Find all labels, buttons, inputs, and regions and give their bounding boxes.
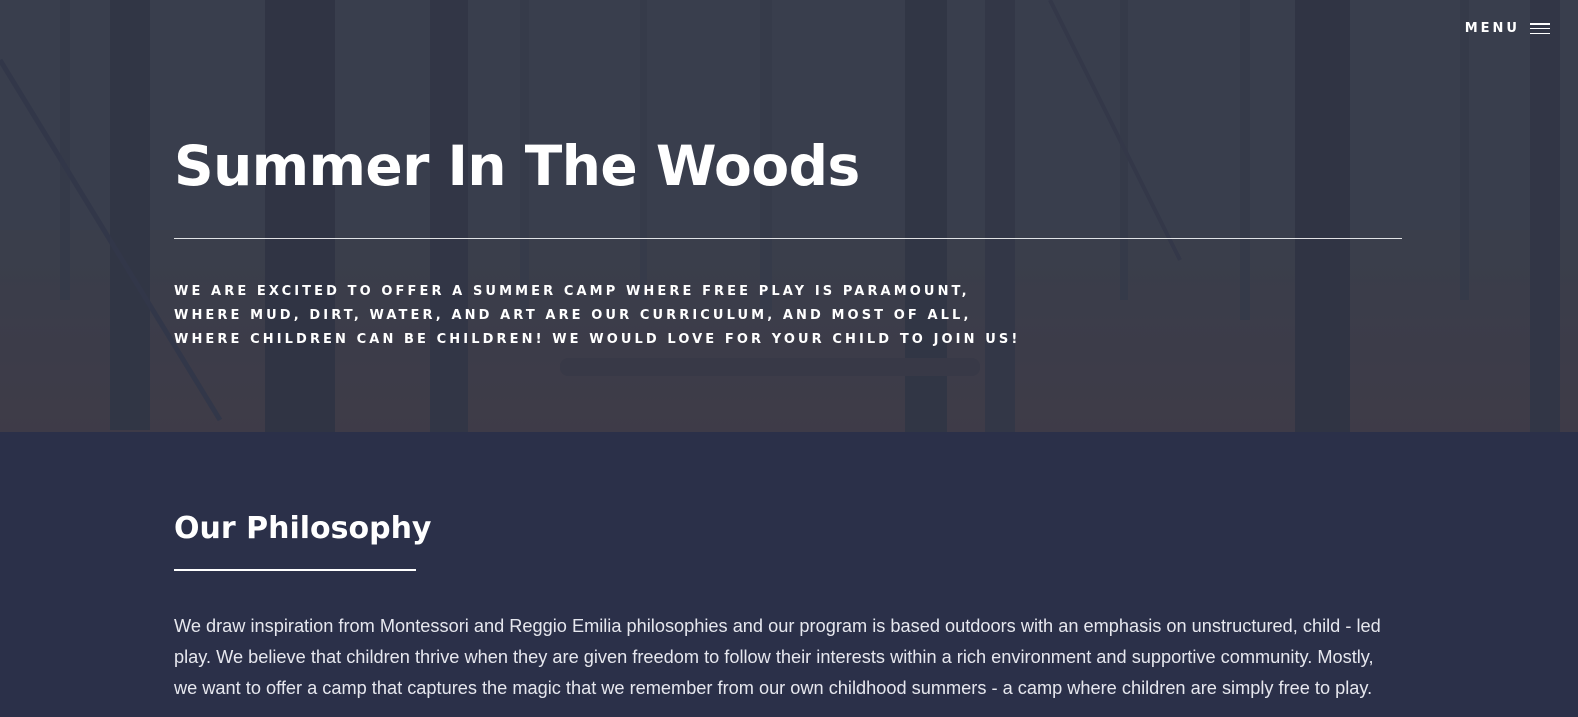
menu-label: MENU — [1464, 21, 1520, 36]
hero-subtitle-line: WHERE CHILDREN CAN BE CHILDREN! WE WOULD… — [174, 332, 1021, 347]
section-title: Our Philosophy — [174, 511, 432, 546]
menu-button[interactable]: MENU — [1465, 21, 1550, 36]
hero-overlay — [0, 0, 1578, 432]
hero-subtitle-line: WE ARE EXCITED TO OFFER A SUMMER CAMP WH… — [174, 284, 970, 299]
paragraph-line: We draw inspiration from Montessori and … — [174, 616, 1381, 636]
hero-divider — [174, 238, 1402, 239]
page-title: Summer In The Woods — [174, 134, 860, 198]
hero-subtitle-line: WHERE MUD, DIRT, WATER, AND ART ARE OUR … — [174, 308, 972, 323]
philosophy-paragraph: We draw inspiration from Montessori and … — [174, 611, 1404, 704]
paragraph-line: we want to offer a camp that captures th… — [174, 678, 1373, 698]
paragraph-line: play. We believe that children thrive wh… — [174, 647, 1374, 667]
section-title-underline — [174, 569, 416, 571]
hero-subtitle: WE ARE EXCITED TO OFFER A SUMMER CAMP WH… — [174, 280, 1074, 352]
philosophy-section: Our Philosophy We draw inspiration from … — [0, 432, 1578, 717]
hero-banner: MENU Summer In The Woods WE ARE EXCITED … — [0, 0, 1578, 432]
hamburger-icon — [1530, 23, 1550, 34]
